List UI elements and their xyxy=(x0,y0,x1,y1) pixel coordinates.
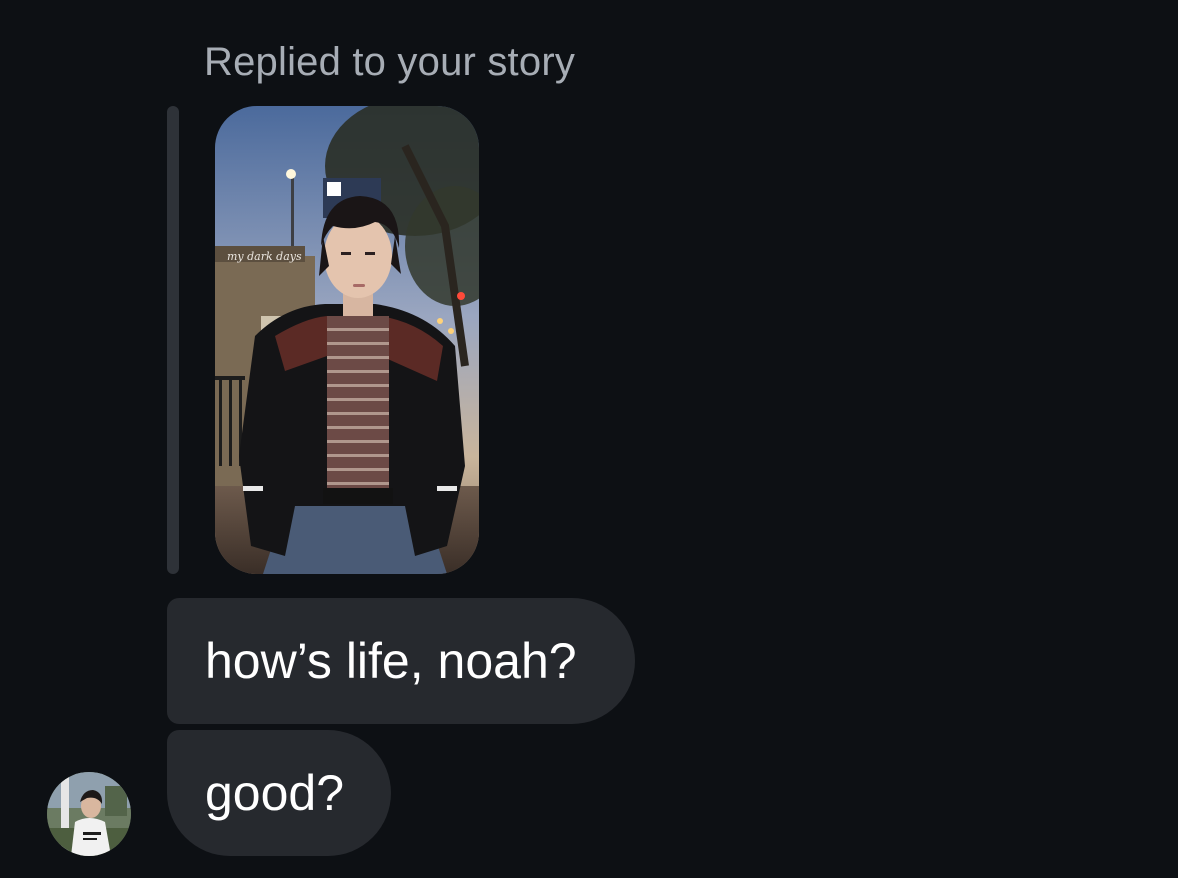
story-photo-icon xyxy=(215,106,479,574)
profile-avatar-icon xyxy=(47,772,131,856)
story-preview[interactable]: my dark days xyxy=(215,106,479,574)
message-bubble[interactable]: how’s life, noah? xyxy=(167,598,635,724)
story-reply-label: Replied to your story xyxy=(204,40,576,84)
sender-avatar[interactable] xyxy=(47,772,131,856)
story-caption: my dark days xyxy=(227,250,302,263)
message-bubble[interactable]: good? xyxy=(167,730,391,856)
message-text: how’s life, noah? xyxy=(205,633,577,689)
dm-thread: Replied to your story my dark days how’s… xyxy=(0,0,1178,878)
message-text: good? xyxy=(205,765,345,821)
quote-bar xyxy=(167,106,179,574)
